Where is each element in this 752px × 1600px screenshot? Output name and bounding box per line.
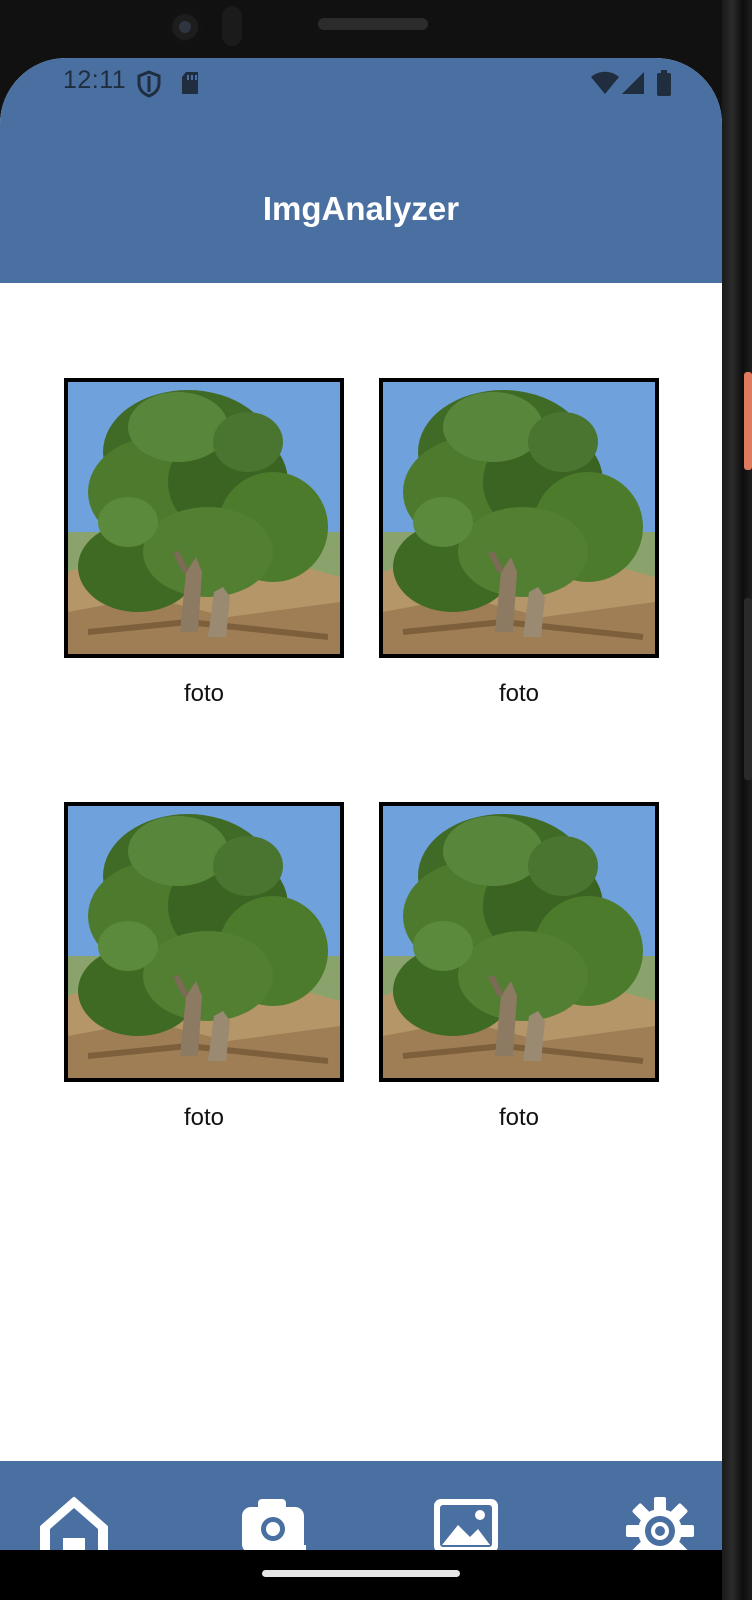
nav-camera-button[interactable] — [234, 1493, 314, 1550]
battery-icon — [656, 70, 672, 103]
tree-photo-thumbnail[interactable] — [379, 378, 659, 658]
photo-caption: foto — [498, 1104, 540, 1131]
gallery-icon — [428, 1493, 504, 1550]
cell-signal-icon — [620, 70, 646, 101]
photo-caption: foto — [498, 680, 540, 707]
nav-settings-button[interactable] — [620, 1493, 700, 1550]
nav-home-button[interactable] — [34, 1493, 114, 1550]
side-button — [744, 372, 752, 470]
tree-photo-thumbnail[interactable] — [64, 802, 344, 1082]
sensor-icon — [222, 6, 242, 46]
photo-caption: foto — [183, 1104, 225, 1131]
volume-button — [744, 598, 752, 780]
app-bar: ImgAnalyzer — [0, 114, 722, 283]
phone-frame: 12:11 ImgAnalyzer foto foto foto foto — [0, 0, 752, 1600]
photo-card[interactable]: foto — [64, 378, 344, 708]
home-icon — [36, 1493, 112, 1550]
home-indicator[interactable] — [262, 1570, 460, 1577]
photo-gallery: foto foto foto foto — [0, 283, 722, 1461]
settings-gear-icon — [622, 1493, 698, 1550]
app-title: ImgAnalyzer — [262, 190, 460, 227]
nav-gallery-button[interactable] — [426, 1493, 506, 1550]
wifi-icon — [590, 70, 620, 101]
photo-card[interactable]: foto — [379, 802, 659, 1132]
screen: 12:11 ImgAnalyzer foto foto foto foto — [0, 58, 722, 1550]
earpiece-speaker — [318, 18, 428, 30]
front-camera-icon — [166, 8, 204, 46]
tree-photo-thumbnail[interactable] — [64, 378, 344, 658]
gesture-navigation-area — [0, 1550, 722, 1600]
status-bar: 12:11 — [0, 58, 722, 114]
photo-caption: foto — [183, 680, 225, 707]
shield-icon — [137, 70, 161, 103]
phone-frame-edge — [722, 0, 752, 1600]
status-time: 12:11 — [63, 66, 127, 94]
bottom-navigation — [0, 1461, 722, 1550]
photo-card[interactable]: foto — [379, 378, 659, 708]
sd-card-icon — [180, 70, 200, 101]
photo-card[interactable]: foto — [64, 802, 344, 1132]
camera-icon — [236, 1493, 312, 1550]
tree-photo-thumbnail[interactable] — [379, 802, 659, 1082]
